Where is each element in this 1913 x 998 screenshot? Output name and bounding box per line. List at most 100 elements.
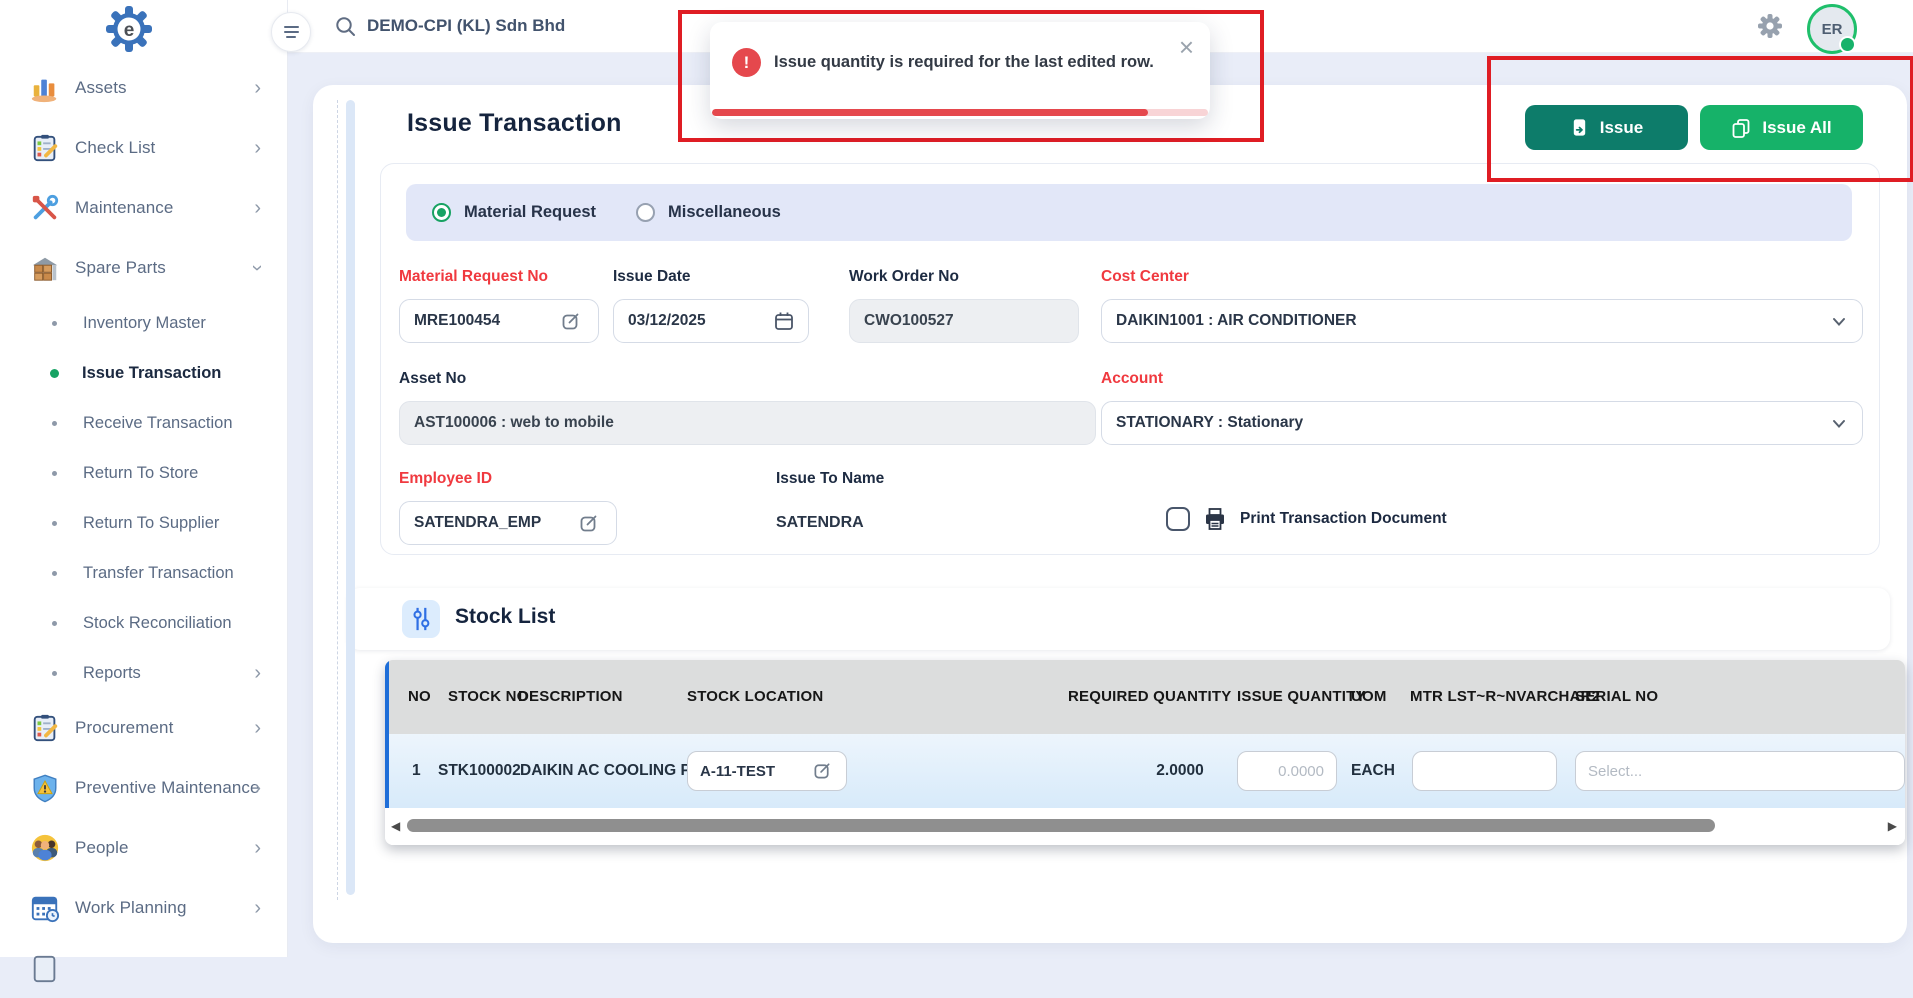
- bullet-icon: [52, 621, 57, 626]
- sidebar-item-return-to-supplier[interactable]: Return To Supplier: [0, 498, 287, 548]
- sidebar-item-label: Maintenance: [75, 198, 173, 218]
- edit-icon[interactable]: [579, 513, 599, 533]
- svg-text:e: e: [124, 20, 135, 41]
- chevron-right-icon: ›: [254, 898, 261, 918]
- col-serial-no: SERIAL NO: [1575, 688, 1658, 705]
- serial-no-select[interactable]: [1575, 751, 1905, 791]
- print-transaction-checkbox[interactable]: [1166, 507, 1190, 531]
- copy-files-icon: [1731, 118, 1751, 138]
- sidebar-item-issue-transaction[interactable]: Issue Transaction: [0, 348, 287, 398]
- stock-table: NO STOCK NO DESCRIPTION STOCK LOCATION R…: [385, 660, 1905, 845]
- sidebar-item-label: Return To Store: [83, 464, 198, 483]
- bullet-icon: [52, 321, 57, 326]
- sidebar-item-spare-parts[interactable]: Spare Parts ›: [0, 238, 287, 298]
- online-status-dot: [1839, 36, 1856, 53]
- col-stock-no: STOCK NO: [448, 688, 529, 705]
- sidebar-item-label: Issue Transaction: [82, 364, 221, 383]
- row-accent-bar: [385, 660, 389, 808]
- bullet-icon: [52, 571, 57, 576]
- sidebar-item-partial: [0, 938, 287, 998]
- sidebar-item-label: Preventive Maintenance: [75, 778, 260, 798]
- sidebar-item-label: Spare Parts: [75, 258, 166, 278]
- sidebar-item-inventory-master[interactable]: Inventory Master: [0, 298, 287, 348]
- company-search[interactable]: DEMO-CPI (KL) Sdn Bhd: [335, 0, 565, 52]
- sidebar-collapse-button[interactable]: [271, 12, 311, 52]
- issue-to-name-label: Issue To Name: [776, 470, 884, 488]
- shield-warning-icon: [28, 771, 62, 805]
- sidebar-item-assets[interactable]: Assets ›: [0, 58, 287, 118]
- issue-date-label: Issue Date: [613, 268, 691, 286]
- sidebar-item-preventive-maintenance[interactable]: Preventive Maintenance ›: [0, 758, 287, 818]
- sidebar-item-transfer-transaction[interactable]: Transfer Transaction: [0, 548, 287, 598]
- bullet-icon: [52, 671, 57, 676]
- sidebar-item-label: Reports: [83, 664, 141, 683]
- issue-quantity-input[interactable]: [1237, 751, 1337, 791]
- error-icon: !: [732, 48, 761, 77]
- account-label: Account: [1101, 370, 1163, 388]
- sidebar-item-label: Stock Reconciliation: [83, 614, 232, 633]
- radio-label: Miscellaneous: [668, 203, 781, 222]
- chevron-down-icon: ›: [248, 265, 268, 272]
- scroll-left-icon[interactable]: ◀: [391, 819, 400, 833]
- bullet-icon: [52, 521, 57, 526]
- sidebar-nav: Assets › Check List ›: [0, 58, 287, 998]
- settings-gear-icon[interactable]: [1757, 13, 1783, 39]
- account-select[interactable]: STATIONARY : Stationary: [1101, 401, 1863, 445]
- cell-uom: EACH: [1351, 762, 1395, 780]
- work-order-no-label: Work Order No: [849, 268, 959, 286]
- sidebar-item-reports[interactable]: Reports ›: [0, 648, 287, 698]
- transaction-type-banner: Material Request Miscellaneous: [406, 184, 1852, 241]
- scroll-right-icon[interactable]: ▶: [1888, 819, 1897, 833]
- page-title: Issue Transaction: [407, 109, 622, 138]
- sidebar-item-maintenance[interactable]: Maintenance ›: [0, 178, 287, 238]
- issue-all-button[interactable]: Issue All: [1700, 105, 1863, 150]
- cell-required-quantity: 2.0000: [1125, 762, 1235, 780]
- col-required-quantity: REQUIRED QUANTITY: [1068, 688, 1231, 705]
- sidebar-item-procurement[interactable]: Procurement ›: [0, 698, 287, 758]
- cost-center-select[interactable]: DAIKIN1001 : AIR CONDITIONER: [1101, 299, 1863, 343]
- radio-label: Material Request: [464, 203, 596, 222]
- chevron-right-icon: ›: [254, 718, 261, 738]
- print-transaction-group: Print Transaction Document: [1166, 506, 1447, 532]
- radio-material-request[interactable]: Material Request: [432, 203, 596, 222]
- sidebar-item-people[interactable]: People ›: [0, 818, 287, 878]
- gutter-dashed-line: [337, 100, 338, 900]
- col-mtr-lst: MTR LST~R~NVARCHAR2: [1410, 688, 1600, 705]
- col-issue-quantity: ISSUE QUANTITY: [1237, 688, 1366, 705]
- sidebar-item-label: Check List: [75, 138, 155, 158]
- chevron-right-icon: ›: [254, 778, 261, 798]
- sidebar-item-work-planning[interactable]: Work Planning ›: [0, 878, 287, 938]
- active-dot-icon: [50, 369, 59, 378]
- bullet-icon: [52, 421, 57, 426]
- chevron-right-icon: ›: [254, 78, 261, 98]
- edit-icon[interactable]: [813, 761, 832, 780]
- search-icon: [335, 16, 356, 37]
- mtr-lst-input[interactable]: [1412, 751, 1557, 791]
- error-toast: ! Issue quantity is required for the las…: [710, 22, 1210, 119]
- sidebar-item-label: People: [75, 838, 129, 858]
- calendar-icon[interactable]: [773, 310, 795, 332]
- app-logo-gear-icon[interactable]: e: [104, 4, 154, 54]
- cost-center-value: DAIKIN1001 : AIR CONDITIONER: [1116, 312, 1357, 330]
- sidebar-item-label: Receive Transaction: [83, 414, 233, 433]
- file-arrow-icon: [1570, 118, 1589, 137]
- toast-close-icon[interactable]: ×: [1179, 34, 1194, 60]
- user-avatar[interactable]: ER: [1807, 4, 1857, 54]
- issue-button[interactable]: Issue: [1525, 105, 1688, 150]
- toast-progress-fill: [712, 109, 1148, 116]
- radio-selected-icon[interactable]: [432, 203, 451, 222]
- edit-icon[interactable]: [561, 311, 581, 331]
- sidebar-item-return-to-store[interactable]: Return To Store: [0, 448, 287, 498]
- printer-icon: [1202, 506, 1228, 532]
- main-content-card: Issue Transaction Issue Issue All Materi…: [313, 85, 1907, 943]
- work-planning-calendar-icon: [28, 891, 62, 925]
- col-uom: UOM: [1351, 688, 1387, 705]
- radio-unselected-icon[interactable]: [636, 203, 655, 222]
- gutter-scroll-track[interactable]: [346, 100, 355, 895]
- scrollbar-thumb[interactable]: [407, 819, 1715, 832]
- issue-all-button-label: Issue All: [1762, 118, 1831, 138]
- radio-miscellaneous[interactable]: Miscellaneous: [636, 203, 781, 222]
- sidebar-item-stock-reconciliation[interactable]: Stock Reconciliation: [0, 598, 287, 648]
- sidebar-item-check-list[interactable]: Check List ›: [0, 118, 287, 178]
- sidebar-item-receive-transaction[interactable]: Receive Transaction: [0, 398, 287, 448]
